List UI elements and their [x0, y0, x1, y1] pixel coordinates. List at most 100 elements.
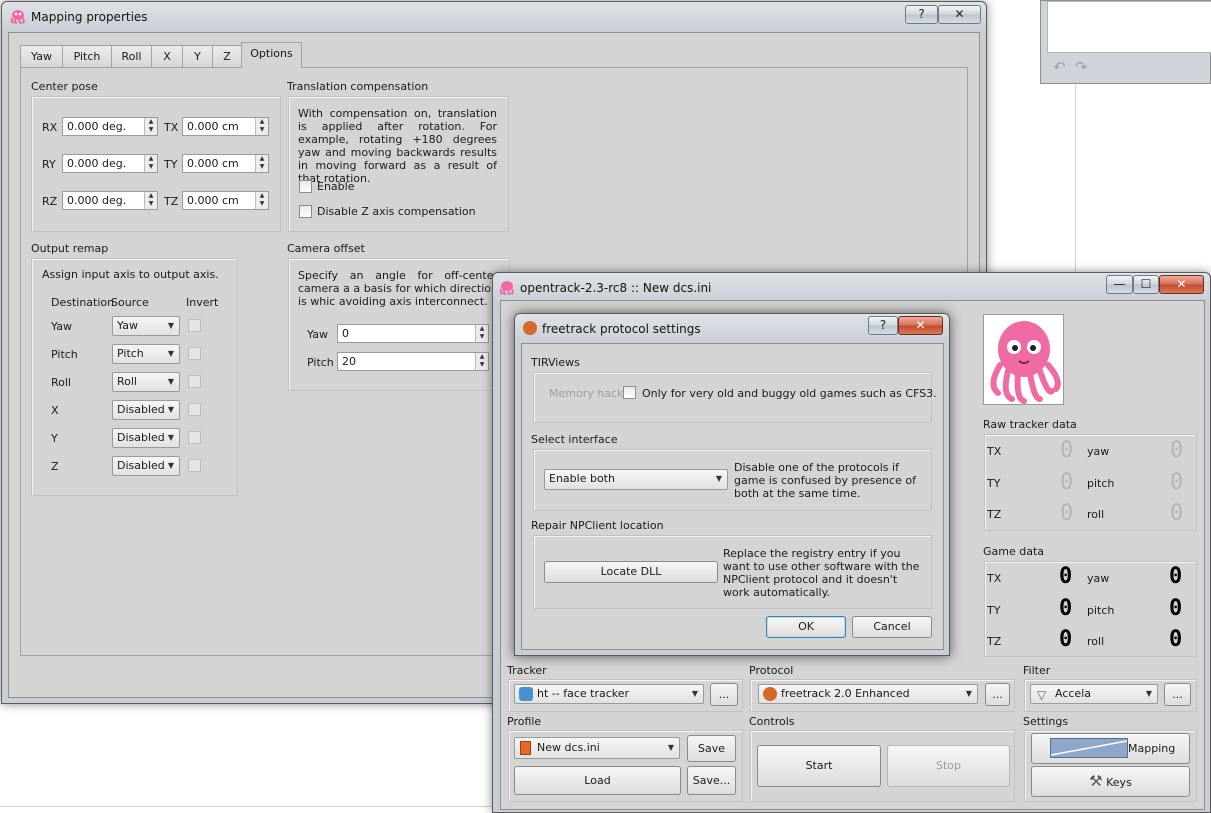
raw-roll-lcd: 0	[1170, 501, 1184, 526]
tab-y[interactable]: Y	[182, 45, 213, 67]
game-tz-label: TZ	[987, 635, 1002, 648]
spin-arrows-icon[interactable]: ▲ ▼	[144, 192, 157, 209]
remap-source-y[interactable]: Disabled ▼	[112, 428, 180, 448]
spin-arrows-icon[interactable]: ▲ ▼	[144, 155, 157, 172]
filter-combo[interactable]: ▽ Accela ▼	[1030, 684, 1158, 704]
tracker-combo[interactable]: ht -- face tracker ▼	[514, 684, 704, 704]
camera-pitch-spinbox[interactable]: 20 ▲ ▼	[337, 352, 489, 371]
remap-invert-y[interactable]	[188, 431, 201, 444]
ty-value: 0.000 cm	[187, 157, 239, 170]
stop-button[interactable]: Stop	[887, 745, 1010, 787]
tx-label: TX	[164, 121, 179, 134]
spin-arrows-icon[interactable]: ▲ ▼	[144, 118, 157, 135]
ok-button[interactable]: OK	[766, 616, 846, 638]
ty-spinbox[interactable]: 0.000 cm ▲ ▼	[182, 154, 269, 173]
tab-options[interactable]: Options	[241, 42, 302, 68]
tracker-label: Tracker	[507, 664, 547, 677]
camera-yaw-spinbox[interactable]: 0 ▲ ▼	[337, 324, 489, 343]
raw-pitch-label: pitch	[1087, 477, 1115, 490]
remap-source-roll[interactable]: Roll ▼	[112, 372, 180, 392]
raw-ty-label: TY	[987, 477, 1001, 490]
interface-combo[interactable]: Enable both ▼	[544, 469, 728, 490]
protocol-value: freetrack 2.0 Enhanced	[781, 687, 910, 700]
octopus-icon	[499, 281, 514, 295]
freetrack-help-button[interactable]: ?	[868, 316, 898, 335]
freetrack-close-button[interactable]: ✕	[898, 316, 943, 335]
keys-button[interactable]: ⚒ Keys	[1031, 766, 1190, 797]
destination-header: Destination	[51, 296, 115, 309]
remap-invert-x[interactable]	[188, 403, 201, 416]
tab-yaw[interactable]: Yaw	[20, 45, 63, 67]
game-yaw-label: yaw	[1087, 572, 1110, 585]
tirviews-label: TIRViews	[531, 356, 580, 369]
spin-arrows-icon[interactable]: ▲ ▼	[255, 118, 268, 135]
tz-label: TZ	[164, 195, 179, 208]
disable-z-checkbox[interactable]	[299, 205, 312, 218]
rx-spinbox[interactable]: 0.000 deg. ▲ ▼	[62, 117, 158, 136]
background-window: ↶ ↷	[1040, 0, 1211, 84]
remap-invert-z[interactable]	[188, 459, 201, 472]
ry-spinbox[interactable]: 0.000 deg. ▲ ▼	[62, 154, 158, 173]
profile-save-as-button[interactable]: Save...	[687, 766, 736, 795]
spin-arrows-icon[interactable]: ▲ ▼	[475, 353, 488, 370]
mapping-button[interactable]: Mapping	[1031, 733, 1190, 764]
tab-roll[interactable]: Roll	[111, 45, 152, 67]
protocol-settings-button[interactable]: ...	[985, 683, 1010, 706]
remap-source-value: Disabled	[117, 459, 165, 472]
tx-value: 0.000 cm	[187, 120, 239, 133]
raw-yaw-lcd: 0	[1170, 438, 1184, 463]
remap-invert-roll[interactable]	[188, 375, 201, 388]
remap-source-value: Disabled	[117, 431, 165, 444]
profile-load-button[interactable]: Load	[514, 766, 681, 795]
memory-hacks-checkbox[interactable]	[623, 386, 636, 399]
remap-source-z[interactable]: Disabled ▼	[112, 456, 180, 476]
spin-arrows-icon[interactable]: ▲ ▼	[255, 192, 268, 209]
game-tx-lcd: 0	[1059, 564, 1073, 589]
tab-z[interactable]: Z	[212, 45, 242, 67]
output-remap-hint: Assign input axis to output axis.	[42, 268, 219, 281]
start-button[interactable]: Start	[757, 745, 881, 787]
dropdown-arrow-icon: ▼	[715, 474, 722, 483]
spin-arrows-icon[interactable]: ▲ ▼	[255, 155, 268, 172]
tab-pitch[interactable]: Pitch	[62, 45, 112, 67]
redo-arrow-icon[interactable]: ↷	[1075, 58, 1088, 76]
dropdown-arrow-icon: ▼	[965, 689, 972, 698]
cancel-button[interactable]: Cancel	[852, 616, 932, 638]
game-tx-label: TX	[987, 572, 1002, 585]
profile-combo[interactable]: New dcs.ini ▼	[514, 737, 680, 759]
spin-arrows-icon[interactable]: ▲ ▼	[475, 325, 488, 342]
mapping-button-label: Mapping	[1128, 742, 1176, 755]
main-close-button[interactable]: ✕	[1159, 275, 1204, 294]
remap-source-pitch[interactable]: Pitch ▼	[112, 344, 180, 364]
help-button[interactable]: ?	[905, 5, 938, 24]
remap-invert-yaw[interactable]	[188, 319, 201, 332]
rz-spinbox[interactable]: 0.000 deg. ▲ ▼	[62, 191, 158, 210]
tab-x[interactable]: X	[151, 45, 183, 67]
translation-label: Translation compensation	[287, 80, 429, 93]
protocol-combo[interactable]: freetrack 2.0 Enhanced ▼	[758, 684, 978, 704]
bottom-divider	[0, 806, 495, 807]
remap-source-yaw[interactable]: Yaw ▼	[112, 316, 180, 336]
undo-arrow-icon[interactable]: ↶	[1053, 58, 1066, 76]
invert-header: Invert	[186, 296, 219, 309]
minimize-button[interactable]: —	[1106, 275, 1133, 294]
enable-checkbox[interactable]	[299, 180, 312, 193]
dropdown-arrow-icon: ▼	[167, 377, 174, 386]
filter-settings-button[interactable]: ...	[1164, 683, 1191, 706]
profile-save-button[interactable]: Save	[687, 735, 736, 762]
maximize-button[interactable]: ☐	[1133, 275, 1159, 294]
filter-funnel-icon: ▽	[1037, 688, 1047, 702]
locate-dll-button[interactable]: Locate DLL	[544, 561, 718, 583]
octopus-icon	[10, 10, 25, 24]
close-button[interactable]: ✕	[938, 5, 981, 24]
tz-value: 0.000 cm	[187, 194, 239, 207]
rz-label: RZ	[42, 195, 58, 208]
dropdown-arrow-icon: ▼	[1145, 689, 1152, 698]
tracker-settings-button[interactable]: ...	[710, 683, 738, 706]
tx-spinbox[interactable]: 0.000 cm ▲ ▼	[182, 117, 269, 136]
dropdown-arrow-icon: ▼	[167, 433, 174, 442]
remap-invert-pitch[interactable]	[188, 347, 201, 360]
remap-source-x[interactable]: Disabled ▼	[112, 400, 180, 420]
tz-spinbox[interactable]: 0.000 cm ▲ ▼	[182, 191, 269, 210]
background-divider	[1075, 84, 1076, 274]
